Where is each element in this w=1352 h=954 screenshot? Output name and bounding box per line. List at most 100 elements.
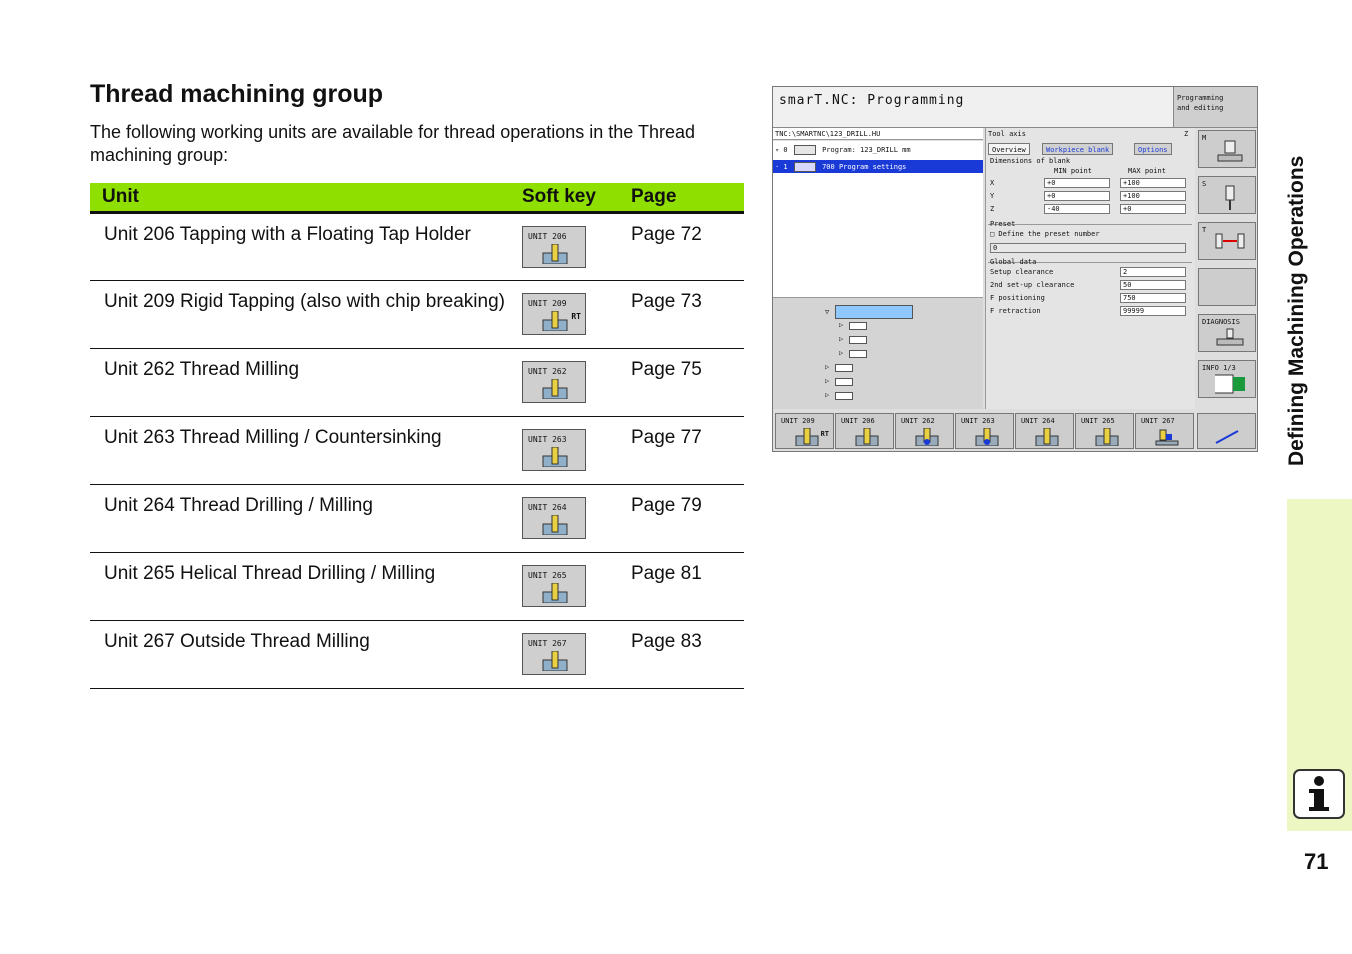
tapping-icon <box>855 428 879 446</box>
thread-milling-icon <box>915 428 939 446</box>
soft-key-cell: UNIT 209 RT <box>522 280 631 349</box>
page-number: 71 <box>1304 849 1329 874</box>
softkey-t[interactable]: T <box>1198 222 1256 260</box>
softkey-unit-265[interactable]: UNIT 265 <box>1075 413 1134 449</box>
graph-node <box>835 392 853 400</box>
header-unit: Unit <box>90 183 522 214</box>
softkey-label: UNIT 263 <box>961 417 995 425</box>
softkey-m[interactable]: M <box>1198 130 1256 168</box>
axis-y-max[interactable]: +100 <box>1120 191 1186 201</box>
f-retraction-input[interactable]: 99999 <box>1120 306 1186 316</box>
page-ref: Page 75 <box>631 348 744 417</box>
structure-graph: ▽ ▷ ▷ ▷ ▷ ▷ ▷ <box>773 297 983 409</box>
divider <box>988 224 1192 225</box>
tree-row-settings[interactable]: · 1 700 Program settings <box>773 160 983 173</box>
graph-node <box>849 336 867 344</box>
softkey-empty[interactable] <box>1198 268 1256 306</box>
tree-row-index: ▿ 0 <box>775 146 788 154</box>
soft-key-cell: UNIT 264 <box>522 484 631 553</box>
axis-y-min[interactable]: +0 <box>1044 191 1110 201</box>
softkey-label: UNIT 264 <box>528 502 567 512</box>
min-point-label: MIN point <box>1054 167 1092 175</box>
info-icon <box>1293 769 1345 819</box>
graph-node <box>849 322 867 330</box>
softkey-label: S <box>1202 180 1207 188</box>
expand-icon: ▽ <box>825 308 830 316</box>
axis-z-min[interactable]: -40 <box>1044 204 1110 214</box>
softkey-label: UNIT 262 <box>901 417 935 425</box>
path-bar: TNC:\SMARTNC\123_DRILL.HU <box>773 128 983 140</box>
program-tree[interactable]: ▿ 0 Program: 123_DRILL mm · 1 700 Progra… <box>773 141 983 297</box>
unit-softkey: UNIT 267 <box>522 632 586 675</box>
softkey-s[interactable]: S <box>1198 176 1256 214</box>
preset-value[interactable]: 0 <box>990 243 1186 253</box>
intro-paragraph: The following working units are availabl… <box>90 122 696 165</box>
unit-softkey: UNIT 263 <box>522 428 586 471</box>
softkey-unit-262[interactable]: UNIT 262 <box>895 413 954 449</box>
softkey-label: UNIT 206 <box>528 231 567 241</box>
softkey-scroll[interactable] <box>1197 413 1256 449</box>
diagnosis-icon <box>1216 328 1244 346</box>
table-row: Unit 262 Thread Milling UNIT 262 Page 75 <box>90 348 744 417</box>
max-point-label: MAX point <box>1128 167 1166 175</box>
softkey-unit-264[interactable]: UNIT 264 <box>1015 413 1074 449</box>
header-page: Page <box>631 183 744 214</box>
tab-overview[interactable]: Overview <box>988 143 1030 155</box>
tree-row-program[interactable]: ▿ 0 Program: 123_DRILL mm <box>775 145 911 155</box>
softkey-unit-267[interactable]: UNIT 267 <box>1135 413 1194 449</box>
softkey-label: UNIT 265 <box>528 570 567 580</box>
f-positioning-input[interactable]: 750 <box>1120 293 1186 303</box>
softkey-unit-206[interactable]: UNIT 206 <box>835 413 894 449</box>
screen-title: smarT.NC: Programming <box>773 87 1173 128</box>
page-ref: Page 72 <box>631 212 744 281</box>
tool-icon <box>1225 185 1235 210</box>
arrow-icon: ▷ <box>839 335 844 343</box>
unit-softkey: UNIT 209 RT <box>522 292 586 335</box>
unit-tool-icon <box>542 243 568 264</box>
axis-x-min[interactable]: +0 <box>1044 178 1110 188</box>
tab-workpiece-blank[interactable]: Workpiece blank <box>1042 143 1114 155</box>
setup-clearance-input[interactable]: 2 <box>1120 267 1186 277</box>
softkey-info[interactable]: INFO 1/3 <box>1198 360 1256 398</box>
dimensions-label: Dimensions of blank <box>990 157 1071 165</box>
units-table: Unit Soft key Page Unit 206 Tapping with… <box>90 183 744 689</box>
tree-row-text: Program: 123_DRILL mm <box>822 146 911 154</box>
table-row: Unit 263 Thread Milling / Countersinking… <box>90 416 744 485</box>
unit-name: Unit 267 Outside Thread Milling <box>90 620 522 689</box>
page-ref: Page 73 <box>631 280 744 349</box>
soft-key-cell: UNIT 263 <box>522 416 631 485</box>
page-ref: Page 81 <box>631 552 744 621</box>
header-soft-key: Soft key <box>522 183 631 214</box>
unit-softkey: UNIT 264 <box>522 496 586 539</box>
program-icon <box>793 145 816 155</box>
horizontal-softkeys: UNIT 209 RT UNIT 206 UNIT 262 UNIT 263 UN… <box>773 411 1257 451</box>
f-positioning-label: F positioning <box>990 294 1045 302</box>
softkey-label: UNIT 267 <box>1141 417 1175 425</box>
softkey-row-icon <box>1215 430 1239 444</box>
section-title: Thread machining group <box>90 80 384 108</box>
unit-tool-icon <box>542 650 568 671</box>
tnc-screenshot: smarT.NC: Programming Programming and ed… <box>772 86 1258 452</box>
setup-clearance-label: Setup clearance <box>990 268 1054 276</box>
arrow-icon: ▷ <box>825 363 830 371</box>
axis-x-max[interactable]: +100 <box>1120 178 1186 188</box>
softkey-unit-263[interactable]: UNIT 263 <box>955 413 1014 449</box>
info-i-glyph <box>1309 776 1329 811</box>
preset-checkbox[interactable]: □ Define the preset number <box>990 230 1100 238</box>
softkey-label: UNIT 265 <box>1081 417 1115 425</box>
unit-name: Unit 262 Thread Milling <box>90 348 522 417</box>
chapter-title: Defining Machining Operations <box>1285 155 1308 466</box>
soft-key-cell: UNIT 267 <box>522 620 631 689</box>
softkey-unit-209[interactable]: UNIT 209 RT <box>775 413 834 449</box>
page-ref: Page 83 <box>631 620 744 689</box>
softkey-diagnosis[interactable]: DIAGNOSIS <box>1198 314 1256 352</box>
axis-z-max[interactable]: +0 <box>1120 204 1186 214</box>
second-clearance-input[interactable]: 50 <box>1120 280 1186 290</box>
mode-line-2: and editing <box>1177 104 1224 112</box>
graph-node-selected <box>835 305 913 319</box>
arrow-icon: ▷ <box>825 391 830 399</box>
tab-options[interactable]: Options <box>1134 143 1172 155</box>
page-ref: Page 79 <box>631 484 744 553</box>
unit-name: Unit 265 Helical Thread Drilling / Milli… <box>90 552 522 621</box>
preset-label: Preset <box>990 220 1016 228</box>
